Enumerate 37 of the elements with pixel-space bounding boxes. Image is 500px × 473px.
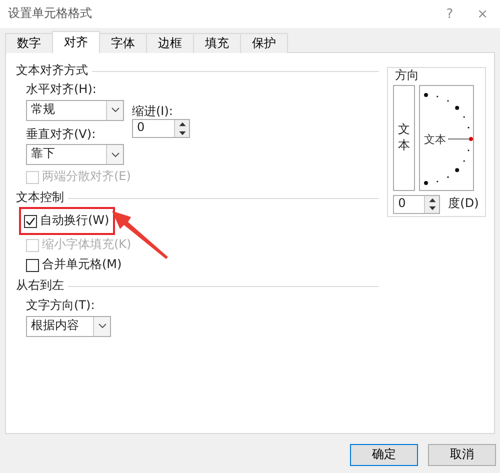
field-label: 文字方向(T): xyxy=(26,298,96,314)
field-label: 缩进(I): xyxy=(132,104,174,120)
checkbox-label: 自动换行(W) xyxy=(40,213,110,229)
caret-icon xyxy=(110,107,120,114)
degree-spinbox[interactable]: 0 xyxy=(393,194,440,214)
group-heading: 从右到左 xyxy=(16,278,64,294)
orientation-dial[interactable]: 文本 xyxy=(419,84,474,191)
checkbox-label: 缩小字体填充(K) xyxy=(42,237,132,253)
window-title: 设置单元格格式 xyxy=(8,6,92,22)
field-label: 垂直对齐(V): xyxy=(26,126,96,142)
caret-icon xyxy=(110,152,120,158)
vertical-text: 文本 xyxy=(398,122,410,154)
group-heading: 文本控制 xyxy=(16,190,64,206)
checkbox-label: 两端分散对齐(E) xyxy=(42,169,131,185)
caret-icon xyxy=(98,323,106,330)
dropdown[interactable]: 靠下 xyxy=(26,144,124,166)
dialog-button[interactable]: 确定 xyxy=(350,444,418,466)
indent-spinbox[interactable]: 0 xyxy=(132,119,190,138)
vertical-text-box[interactable]: 文本 xyxy=(393,84,416,191)
tab[interactable]: 对齐 xyxy=(52,31,100,53)
dropdown[interactable]: 根据内容 xyxy=(26,316,111,337)
tab[interactable]: 字体 xyxy=(99,33,147,53)
field-label: 水平对齐(H): xyxy=(26,82,98,98)
tab[interactable]: 填充 xyxy=(193,33,241,53)
dial-text: 文本 xyxy=(424,132,446,146)
group-heading: 文本对齐方式 xyxy=(16,63,88,79)
dialog-button[interactable]: 取消 xyxy=(428,444,496,466)
close-button[interactable]: × xyxy=(477,8,488,20)
tab[interactable]: 保护 xyxy=(240,33,288,53)
checkbox[interactable] xyxy=(24,214,37,228)
tab[interactable]: 数字 xyxy=(5,33,53,53)
checkbox-label: 合并单元格(M) xyxy=(42,257,122,273)
field-label: 度(D) xyxy=(448,196,479,212)
help-button[interactable]: ? xyxy=(446,8,454,20)
dropdown[interactable]: 常规 xyxy=(26,100,124,121)
checkbox[interactable] xyxy=(26,258,39,272)
tab[interactable]: 边框 xyxy=(146,33,194,53)
